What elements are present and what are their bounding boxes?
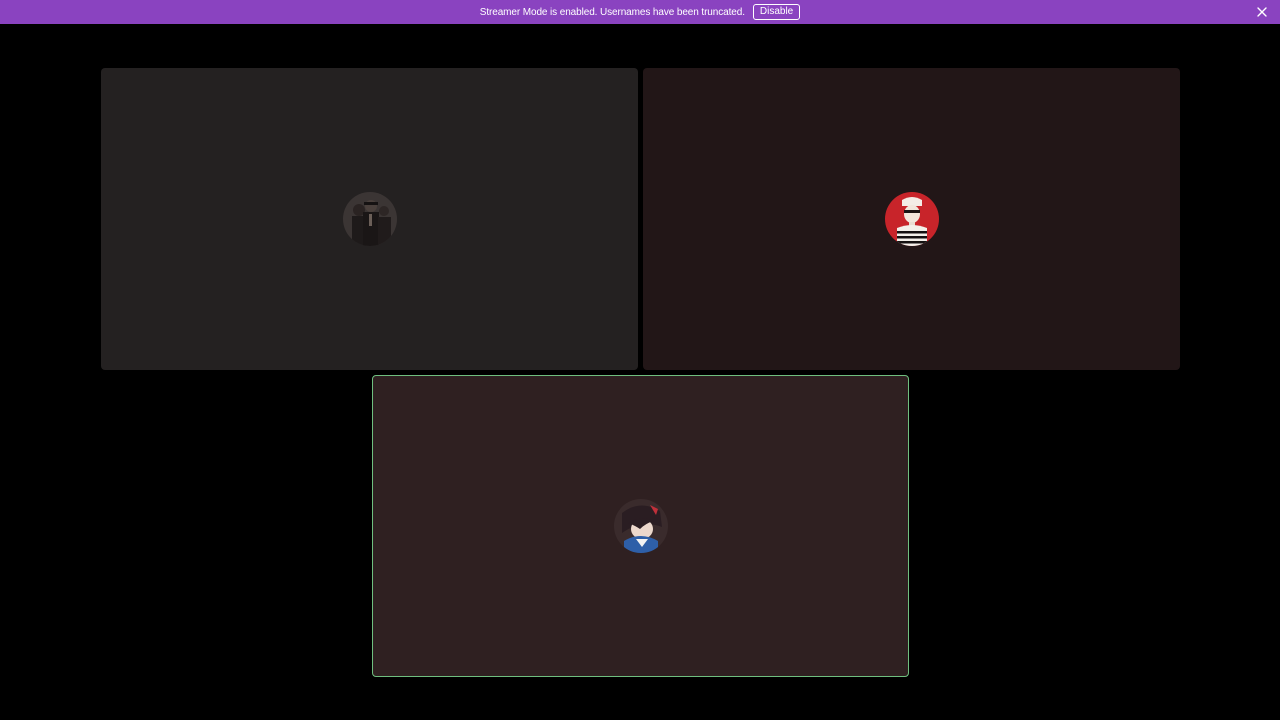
- streamer-mode-message: Streamer Mode is enabled. Usernames have…: [479, 6, 745, 18]
- disable-streamer-mode-button[interactable]: Disable: [752, 4, 801, 20]
- participant-avatar-2: [884, 192, 939, 246]
- close-icon: [1257, 7, 1267, 17]
- voice-call-stage: [0, 24, 1280, 720]
- avatar-red-striped-figure-icon: [884, 192, 939, 246]
- avatar-anime-character-icon: [613, 499, 668, 553]
- streamer-mode-notice-bar: Streamer Mode is enabled. Usernames have…: [0, 0, 1280, 24]
- avatar-dark-figures-icon: [342, 192, 397, 246]
- participant-tile-2[interactable]: [643, 68, 1180, 370]
- participant-tile-3[interactable]: [372, 375, 909, 677]
- participant-tile-1[interactable]: [101, 68, 638, 370]
- participant-avatar-3: [613, 499, 668, 553]
- participant-avatar-1: [342, 192, 397, 246]
- close-notice-button[interactable]: [1254, 4, 1270, 20]
